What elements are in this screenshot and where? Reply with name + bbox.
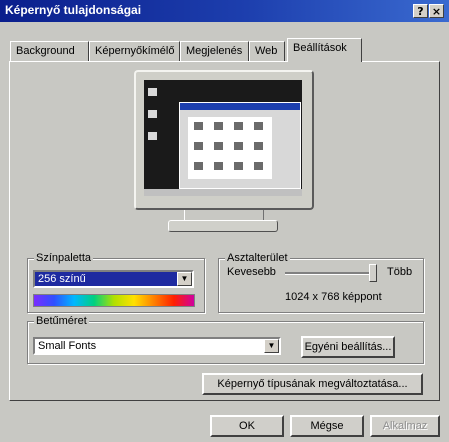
tab-web[interactable]: Web xyxy=(249,41,285,61)
chevron-down-icon[interactable]: ▼ xyxy=(177,272,192,286)
desktop-area-more-label: Több xyxy=(387,266,413,278)
tab-screensaver[interactable]: Képernyőkímélő xyxy=(89,41,180,61)
font-size-legend: Betűméret xyxy=(34,315,89,327)
close-button[interactable]: × xyxy=(429,4,444,18)
monitor-stand-base xyxy=(168,220,278,232)
tab-settings[interactable]: Beállítások xyxy=(287,38,362,62)
title-bar[interactable]: Képernyő tulajdonságai ? × xyxy=(0,0,449,22)
preview-window-titlebar xyxy=(180,103,300,110)
desktop-area-slider-thumb[interactable] xyxy=(369,264,377,282)
desktop-area-slider-track[interactable] xyxy=(285,272,371,275)
preview-icon xyxy=(214,122,223,130)
display-properties-dialog: Képernyő tulajdonságai ? × Background Ké… xyxy=(0,0,449,442)
preview-icon xyxy=(194,162,203,170)
monitor-stand-neck xyxy=(184,210,264,220)
resolution-label: 1024 x 768 képpont xyxy=(285,291,382,303)
color-palette-select[interactable]: 256 színű ▼ xyxy=(33,270,194,288)
preview-icon xyxy=(234,142,243,150)
preview-icon xyxy=(234,122,243,130)
desktop-area-less-label: Kevesebb xyxy=(227,266,276,278)
color-palette-value: 256 színű xyxy=(35,272,177,286)
preview-icon xyxy=(254,142,263,150)
preview-taskbar xyxy=(144,189,302,196)
desktop-icon xyxy=(148,88,157,96)
preview-window xyxy=(179,102,301,189)
desktop-area-legend: Asztalterület xyxy=(225,252,290,264)
color-palette-legend: Színpaletta xyxy=(34,252,94,264)
change-display-type-button[interactable]: Képernyő típusának megváltoztatása... xyxy=(202,373,423,395)
custom-settings-button[interactable]: Egyéni beállítás... xyxy=(301,336,395,358)
tab-background[interactable]: Background xyxy=(10,41,89,61)
preview-icon xyxy=(234,162,243,170)
help-button[interactable]: ? xyxy=(413,4,428,18)
chevron-down-icon[interactable]: ▼ xyxy=(264,339,279,353)
cancel-button[interactable]: Mégse xyxy=(290,415,364,437)
preview-icon xyxy=(254,122,263,130)
desktop-preview xyxy=(144,80,302,196)
preview-icon xyxy=(254,162,263,170)
preview-icon xyxy=(214,142,223,150)
preview-icon xyxy=(214,162,223,170)
desktop-icon xyxy=(148,110,157,118)
preview-icon xyxy=(194,142,203,150)
ok-button[interactable]: OK xyxy=(210,415,284,437)
font-size-value: Small Fonts xyxy=(38,340,97,352)
tab-appearance[interactable]: Megjelenés xyxy=(180,41,249,61)
font-size-select[interactable]: Small Fonts ▼ xyxy=(33,337,281,355)
apply-button[interactable]: Alkalmaz xyxy=(370,415,440,437)
window-title: Képernyő tulajdonságai xyxy=(5,3,142,17)
color-spectrum-preview xyxy=(33,294,195,307)
desktop-icon xyxy=(148,132,157,140)
preview-icon xyxy=(194,122,203,130)
monitor-screen xyxy=(144,80,302,196)
preview-icon-grid xyxy=(188,117,272,179)
